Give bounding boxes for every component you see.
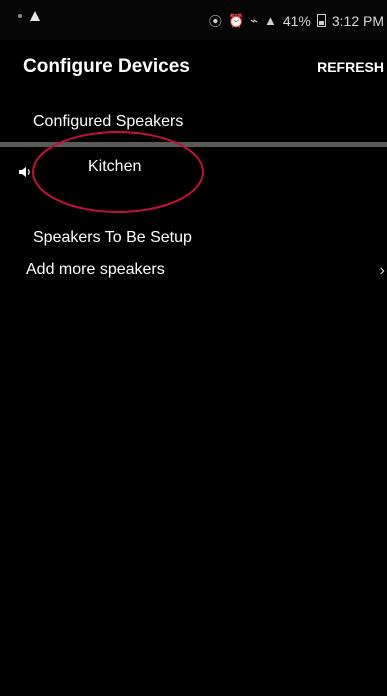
- status-time: 3:12 PM: [331, 12, 384, 29]
- wifi-icon: ⌁: [250, 12, 258, 28]
- notification-dot-icon: [18, 14, 22, 18]
- signal-icon: ▲: [263, 13, 277, 28]
- nfc-icon: ⦿: [208, 14, 222, 29]
- alarm-icon: ⏰: [227, 12, 245, 28]
- chevron-right-icon: ›: [379, 262, 385, 279]
- refresh-button[interactable]: REFRESH: [317, 59, 384, 75]
- add-more-speakers-label: Add more speakers: [26, 261, 165, 278]
- page-title: Configure Devices: [23, 56, 190, 77]
- battery-icon: [316, 14, 326, 27]
- status-left-group: [18, 11, 40, 21]
- app-header: Configure Devices REFRESH: [0, 40, 387, 96]
- status-bar: ⦿ ⏰ ⌁ ▲ 41% 3:12 PM: [0, 0, 387, 40]
- warning-icon: [30, 11, 40, 21]
- annotation-ellipse: [32, 131, 204, 213]
- status-right-group: ⦿ ⏰ ⌁ ▲ 41% 3:12 PM: [209, 11, 384, 30]
- battery-percentage: 41%: [282, 12, 311, 29]
- speakers-to-be-setup-label: Speakers To Be Setup: [33, 229, 192, 246]
- add-more-speakers-item[interactable]: Add more speakers ›: [0, 256, 387, 288]
